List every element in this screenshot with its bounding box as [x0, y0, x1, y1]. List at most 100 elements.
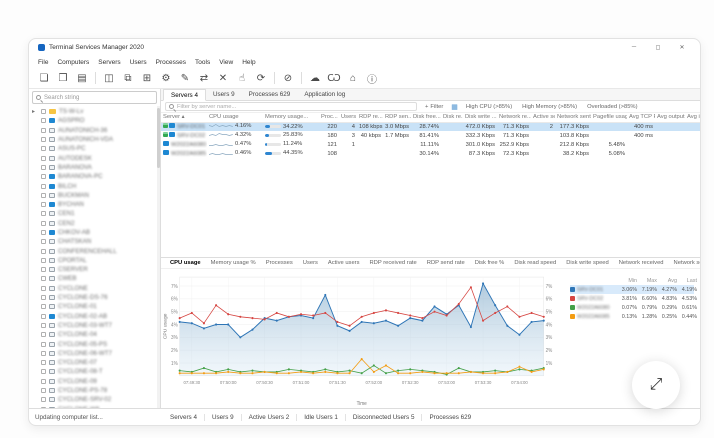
close-button[interactable]: ✕: [677, 44, 687, 51]
filter-chip[interactable]: High Memory (>85%): [522, 104, 577, 110]
table-row[interactable]: SRV-DC01 4.16% 34.22% 220 4 108 kbps 3.0 Mbps 2…: [161, 122, 700, 131]
tree-item[interactable]: CSERVER: [29, 265, 160, 274]
tree-item[interactable]: AUNATONICH-VDA: [29, 135, 160, 144]
column-header[interactable]: CPU usage: [207, 113, 263, 123]
column-header[interactable]: RDP sen...: [383, 113, 411, 123]
tree-item[interactable]: AUNATONICH-36: [29, 126, 160, 135]
column-header[interactable]: Avg TCP RTT: [627, 113, 655, 123]
tree-checkbox[interactable]: [41, 341, 46, 347]
tree-item[interactable]: CWEB: [29, 274, 160, 283]
column-header[interactable]: Network re...: [497, 113, 531, 123]
connect-user-icon[interactable]: ⧉: [119, 70, 137, 87]
column-header[interactable]: Proc...: [319, 113, 339, 123]
tab-processes-629[interactable]: Processes 629: [242, 89, 298, 100]
tree-item[interactable]: BILCH: [29, 181, 160, 190]
user-session-icon[interactable]: ⇄: [195, 70, 213, 87]
chart-tab-disk-read-speed[interactable]: Disk read speed: [509, 260, 561, 266]
tree-checkbox[interactable]: [41, 406, 46, 408]
tree-item[interactable]: CHKOV-AB: [29, 228, 160, 237]
tree-item[interactable]: ▸ TS-W-Lv: [29, 107, 160, 116]
tree-item[interactable]: CEN1: [29, 209, 160, 218]
columns-icon[interactable]: ▦: [451, 103, 458, 111]
tab-application-log[interactable]: Application log: [297, 89, 352, 100]
edit-icon[interactable]: ✎: [176, 70, 194, 87]
tree-item[interactable]: CYCLONE-SRV-02: [29, 395, 160, 404]
save-icon[interactable]: ▤: [73, 70, 91, 87]
tree-item[interactable]: BUCKMAN: [29, 191, 160, 200]
tree-item[interactable]: CYCLONE-DS-76: [29, 293, 160, 302]
tree-checkbox[interactable]: [41, 378, 46, 384]
column-header[interactable]: Disk re...: [441, 113, 463, 123]
chart-tab-disk-write-speed[interactable]: Disk write speed: [561, 260, 614, 266]
tree-item[interactable]: CYCLONE-06-WT7: [29, 349, 160, 358]
chart-tab-network-received[interactable]: Network received: [614, 260, 669, 266]
shadow-session-icon[interactable]: ☝: [233, 70, 251, 87]
tab-users-9[interactable]: Users 9: [206, 89, 242, 100]
chart-tab-active-users[interactable]: Active users: [323, 260, 365, 266]
tree-item[interactable]: CYCLONE-01: [29, 302, 160, 311]
filter-chip[interactable]: Overloaded (>85%): [587, 104, 637, 110]
tree-item[interactable]: CYCLONE-09: [29, 377, 160, 386]
column-header[interactable]: RDP re...: [357, 113, 383, 123]
tree-checkbox[interactable]: [41, 230, 46, 235]
legend-row[interactable]: W2022A6085 0.13% 1.28% 0.25% 0.44%: [570, 312, 697, 321]
tree-checkbox[interactable]: [41, 239, 46, 245]
chart-tab-disk-free-[interactable]: Disk free %: [470, 260, 510, 266]
tree-item[interactable]: CYCLONE-05-PS: [29, 339, 160, 348]
tree-item[interactable]: CPORTAL: [29, 256, 160, 265]
chart-tab-users[interactable]: Users: [298, 260, 323, 266]
filter-chip[interactable]: High CPU (>85%): [466, 104, 512, 110]
chart-tab-processes[interactable]: Processes: [261, 260, 298, 266]
disconnect-icon[interactable]: ⊘: [279, 70, 297, 87]
expand-arrow-icon[interactable]: ▸: [32, 108, 35, 115]
tree-item[interactable]: CYCLONE-08-T: [29, 367, 160, 376]
tree-checkbox[interactable]: [41, 127, 46, 133]
column-header[interactable]: Pagefile usage...: [591, 113, 627, 123]
tree-item[interactable]: CYCLONE-W8: [29, 405, 160, 408]
tree-checkbox[interactable]: [41, 220, 46, 226]
delete-icon[interactable]: ✕: [214, 70, 232, 87]
column-header[interactable]: Users: [339, 113, 357, 123]
tree-checkbox[interactable]: [41, 257, 46, 263]
tree-checkbox[interactable]: [41, 248, 46, 254]
menu-item-tools[interactable]: Tools: [195, 59, 210, 66]
tree-checkbox[interactable]: [41, 285, 46, 291]
tree-checkbox[interactable]: [41, 118, 46, 124]
column-header[interactable]: Avg input...: [685, 113, 700, 123]
tree-item[interactable]: BARANOVA: [29, 163, 160, 172]
open-file-icon[interactable]: ❒: [54, 70, 72, 87]
tree-checkbox[interactable]: [41, 164, 46, 170]
computer-users-icon[interactable]: ⊞: [138, 70, 156, 87]
tree-item[interactable]: BYCHAN: [29, 200, 160, 209]
tree-item[interactable]: ASUS-PC: [29, 144, 160, 153]
tree-checkbox[interactable]: [41, 295, 46, 301]
column-header[interactable]: Server ▴: [161, 113, 207, 123]
legend-row[interactable]: SRV-DC02 3.81% 6.60% 4.83% 4.53%: [570, 294, 697, 303]
legend-row[interactable]: SRV-DC01 3.06% 7.19% 4.27% 4.19%: [570, 285, 697, 294]
tree-item[interactable]: CYCLONE-02-AB: [29, 312, 160, 321]
tree-checkbox[interactable]: [41, 202, 46, 208]
menu-item-servers[interactable]: Servers: [98, 59, 120, 66]
chart-tab-memory-usage-[interactable]: Memory usage %: [206, 260, 261, 266]
tree-checkbox[interactable]: [41, 332, 46, 338]
expand-overlay-button[interactable]: ⤢: [632, 361, 680, 409]
table-row[interactable]: W2022A6085 0.46% 44.35% 108 30.14% 87.3 Kbps 7…: [161, 149, 700, 158]
new-file-icon[interactable]: ❏: [35, 70, 53, 87]
tree-checkbox[interactable]: [41, 267, 46, 273]
cloud-icon[interactable]: ☁: [306, 70, 324, 87]
tree-checkbox[interactable]: [41, 174, 46, 180]
column-header[interactable]: Avg output FPS: [655, 113, 685, 123]
chart-tab-rdp-send-rate[interactable]: RDP send rate: [422, 260, 470, 266]
tree-item[interactable]: BARANOVA-PC: [29, 172, 160, 181]
tree-item[interactable]: CYCLONE: [29, 284, 160, 293]
menu-item-file[interactable]: File: [38, 59, 48, 66]
menu-item-processes[interactable]: Processes: [156, 59, 186, 66]
tree-checkbox[interactable]: [41, 192, 46, 198]
tree-checkbox[interactable]: [41, 276, 46, 282]
tree-item[interactable]: CYCLONE-04: [29, 330, 160, 339]
tree-checkbox[interactable]: [41, 397, 46, 403]
tree-item[interactable]: CYCLONE-PS-78: [29, 386, 160, 395]
tree-checkbox[interactable]: [41, 304, 46, 310]
refresh-icon[interactable]: ⟳: [252, 70, 270, 87]
tree-checkbox[interactable]: [41, 137, 46, 143]
